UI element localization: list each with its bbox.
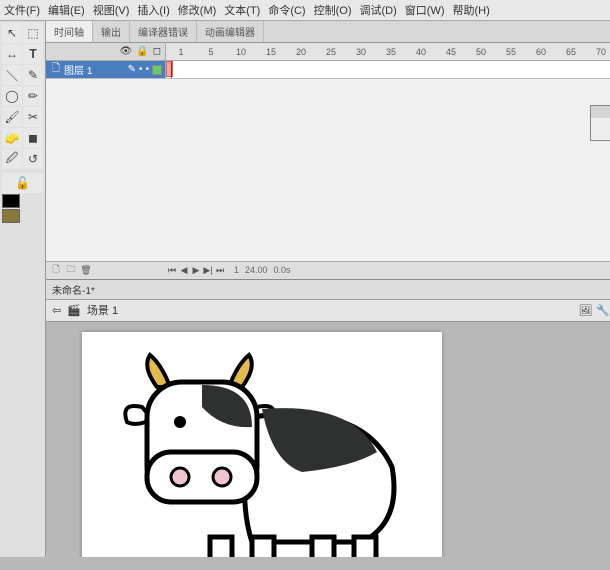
step-back-button[interactable]: ◀ [178,264,190,276]
play-button[interactable]: ▶ [190,264,202,276]
eye-icon[interactable]: 👁 [120,46,133,57]
edit-scene-icon[interactable]: 🖼 [578,304,592,317]
pen-tool[interactable]: ✎ [23,65,43,85]
menu-debug[interactable]: 调试(D) [360,2,397,18]
tab-compile-errors[interactable]: 编译器错误 [130,21,197,42]
toolbox: ↖ ⬚ ↔ 𝐓 ＼ ✎ ◯ ✏ 🖌 ✂ 🧽 ◼ 🖉 ↺ 🔓 [0,21,46,557]
rect-tool[interactable]: ◼ [23,128,43,148]
fps-label: 24.00 [245,265,268,275]
stroke-color-swatch[interactable] [2,194,20,208]
frames-track[interactable] [166,61,610,78]
delete-layer-button[interactable]: 🗑 [80,264,92,276]
panel-tabs: 时间轴 输出 编译器错误 动画编辑器 [46,21,610,43]
ruler-tick: 65 [556,47,586,57]
menu-insert[interactable]: 插入(I) [137,2,169,18]
properties-panel[interactable]: – ◻ × 📄 属性 [590,105,610,141]
menu-control[interactable]: 控制(O) [314,2,352,18]
stage[interactable] [82,332,442,558]
menu-edit[interactable]: 编辑(E) [48,2,85,18]
brush-tool[interactable]: 🖌 [2,107,22,127]
ruler-tick: 40 [406,47,436,57]
menu-commands[interactable]: 命令(C) [268,2,305,18]
ruler-tick: 15 [256,47,286,57]
menu-window[interactable]: 窗口(W) [405,2,445,18]
ruler-tick: 45 [436,47,466,57]
layer-row[interactable]: 🗋 图层 1 ✎ • • [46,61,610,79]
menu-help[interactable]: 帮助(H) [453,2,490,18]
layer-name-cell[interactable]: 🗋 图层 1 ✎ • • [46,61,166,78]
scene-bar: ⇦ 🎬 场景 1 🖼 🔧 [46,300,610,322]
outline-icon[interactable]: ◻ [153,46,161,57]
layer-pencil-icon: ✎ [128,64,136,75]
timeline-footer: 🗋 🗀 🗑 ⏮ ◀ ▶ ▶| ⏭ 1 24.00 0.0s [46,261,610,279]
ruler-tick: 20 [286,47,316,57]
lock-icon[interactable]: 🔒 [136,46,148,57]
tab-output[interactable]: 输出 [93,21,130,42]
goto-last-button[interactable]: ⏭ [214,264,226,276]
ink-tool[interactable]: 🖉 [2,149,22,169]
ruler-tick: 5 [196,47,226,57]
ruler-tick: 70 [586,47,610,57]
selection-tool[interactable]: ↖ [2,23,22,43]
ruler-tick: 35 [376,47,406,57]
menu-text[interactable]: 文本(T) [224,2,260,18]
goto-first-button[interactable]: ⏮ [166,264,178,276]
current-frame: 1 [234,265,239,275]
cow-drawing [102,347,422,558]
new-folder-button[interactable]: 🗀 [65,264,77,276]
fill-color-swatch[interactable] [2,209,20,223]
unlock-icon[interactable]: 🔓 [2,173,43,193]
tab-motion-editor[interactable]: 动画编辑器 [197,21,264,42]
symbol-icon[interactable]: 🔧 [596,304,610,317]
eraser-tool[interactable]: 🧽 [2,128,22,148]
layer-label: 图层 1 [64,62,92,77]
menu-bar: 文件(F) 编辑(E) 视图(V) 插入(I) 修改(M) 文本(T) 命令(C… [0,0,610,21]
ruler-tick: 50 [466,47,496,57]
ruler-tick: 55 [496,47,526,57]
subselect-tool[interactable]: ⬚ [23,23,43,43]
document-tab[interactable]: 未命名-1* [46,280,610,300]
ruler-tick: 10 [226,47,256,57]
ruler-tick: 25 [316,47,346,57]
scene-name: 场景 1 [87,302,118,318]
ruler-tick: 30 [346,47,376,57]
scissors-tool[interactable]: ✂ [23,107,43,127]
pencil-tool[interactable]: ✏ [23,86,43,106]
menu-view[interactable]: 视图(V) [93,2,130,18]
scene-icon: 🎬 [67,304,81,317]
timeline-panel: 👁 🔒 ◻ 1 5 10 15 20 25 30 35 40 45 50 55 [46,43,610,280]
dot-icon: • [145,64,149,75]
text-tool[interactable]: 𝐓 [23,44,43,64]
canvas-area[interactable]: – × ✎ 🗎 ≡ [46,322,610,558]
menu-file[interactable]: 文件(F) [4,2,40,18]
playhead[interactable] [171,61,172,78]
rotate-tool[interactable]: ↺ [23,149,43,169]
new-layer-button[interactable]: 🗋 [50,264,62,276]
freetransform-tool[interactable]: ↔ [2,44,22,64]
document-name: 未命名-1* [52,282,95,297]
tab-timeline[interactable]: 时间轴 [46,21,93,42]
layer-icon: 🗋 [52,61,60,78]
back-arrow-icon[interactable]: ⇦ [52,304,61,317]
line-tool[interactable]: ＼ [2,65,22,85]
dot-icon: • [139,64,143,75]
layer-header-icons: 👁 🔒 ◻ [46,43,166,60]
ruler-tick: 1 [166,47,196,57]
step-forward-button[interactable]: ▶| [202,264,214,276]
oval-tool[interactable]: ◯ [2,86,22,106]
layer-color-box[interactable] [152,65,162,75]
ruler-tick: 60 [526,47,556,57]
frame-ruler[interactable]: 1 5 10 15 20 25 30 35 40 45 50 55 60 65 … [166,43,610,60]
elapsed-time: 0.0s [274,265,291,275]
menu-modify[interactable]: 修改(M) [178,2,217,18]
